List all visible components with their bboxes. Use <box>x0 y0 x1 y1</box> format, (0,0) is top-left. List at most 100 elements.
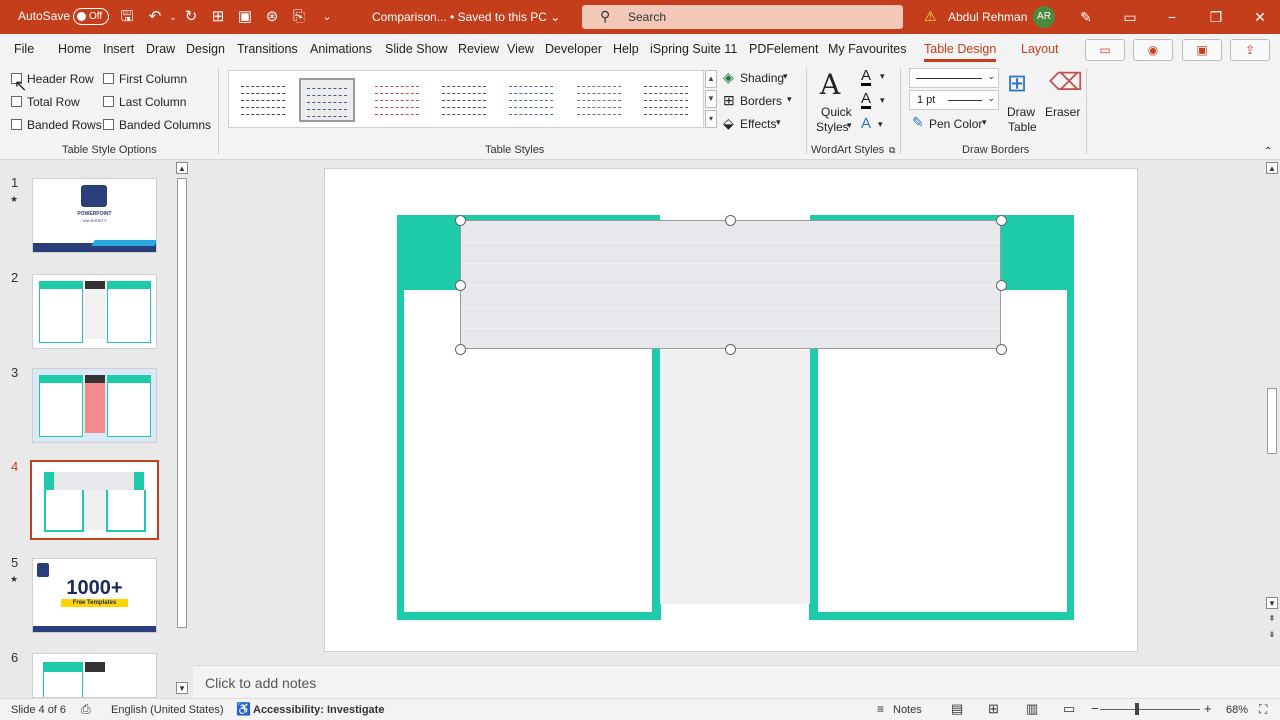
eraser-label[interactable]: Eraser <box>1045 105 1080 119</box>
maximize-icon[interactable]: ❐ <box>1206 7 1226 27</box>
first-column-checkbox[interactable] <box>103 73 114 84</box>
minimize-icon[interactable]: − <box>1162 7 1182 27</box>
resize-handle[interactable] <box>996 215 1007 226</box>
text-fill-icon[interactable]: A <box>861 68 872 86</box>
undo-dropdown-icon[interactable]: ⌄ <box>164 8 182 26</box>
slide-thumbnail-2[interactable] <box>32 274 157 349</box>
table-style-swatch[interactable] <box>503 78 559 122</box>
quick-styles-dropdown-icon[interactable]: ▾ <box>847 120 852 131</box>
table-style-swatch[interactable] <box>235 78 291 122</box>
pen-weight-dropdown[interactable]: 1 pt ⌄ <box>909 90 999 110</box>
tab-home[interactable]: Home <box>58 42 91 56</box>
resize-handle[interactable] <box>455 215 466 226</box>
table-style-swatch[interactable] <box>571 78 627 122</box>
accessibility-icon[interactable]: ♿ <box>236 702 251 716</box>
tab-view[interactable]: View <box>507 42 534 56</box>
text-effects-dropdown-icon[interactable]: ▾ <box>878 119 883 130</box>
pen-color-icon[interactable]: ✎ <box>912 114 924 131</box>
search-box[interactable]: ⚲ Search <box>582 5 903 29</box>
share-button[interactable]: ⇪ <box>1230 39 1270 61</box>
table-style-swatch[interactable] <box>436 78 492 122</box>
normal-view-icon[interactable]: ▤ <box>951 701 963 717</box>
tab-insert[interactable]: Insert <box>103 42 134 56</box>
warning-icon[interactable]: ⚠ <box>924 8 937 25</box>
shading-dropdown-icon[interactable]: ▾ <box>783 71 788 82</box>
selected-table[interactable] <box>460 220 1001 349</box>
tab-ispring[interactable]: iSpring Suite 11 <box>650 42 737 56</box>
tab-animations[interactable]: Animations <box>310 42 372 56</box>
touch-mode-icon[interactable]: ⊛ <box>263 8 281 26</box>
header-row-label[interactable]: Header Row <box>27 72 94 86</box>
fit-to-window-icon[interactable]: ⛶ <box>1259 702 1267 717</box>
zoom-in-button[interactable]: + <box>1204 701 1212 716</box>
tab-slide-show[interactable]: Slide Show <box>385 42 448 56</box>
tab-draw[interactable]: Draw <box>146 42 175 56</box>
tab-review[interactable]: Review <box>458 42 499 56</box>
comments-button[interactable]: ▭ <box>1085 39 1125 61</box>
resize-handle[interactable] <box>455 344 466 355</box>
shading-icon[interactable]: ◈ <box>723 69 734 86</box>
banded-rows-checkbox[interactable] <box>11 119 22 130</box>
borders-button[interactable]: Borders <box>740 94 782 108</box>
text-effects-icon[interactable]: A <box>861 115 871 132</box>
editor-scrollbar[interactable]: ▲ ▼ ⇞ ⇟ <box>1265 162 1279 662</box>
next-slide-icon[interactable]: ⇟ <box>1266 629 1278 641</box>
text-fill-dropdown-icon[interactable]: ▾ <box>880 71 885 82</box>
pen-icon[interactable]: ✎ <box>1076 7 1096 27</box>
present-from-beginning-icon[interactable]: ⊞ <box>209 8 227 26</box>
zoom-slider-thumb[interactable] <box>1135 703 1139 715</box>
pen-style-dropdown[interactable]: ⌄ <box>909 68 999 88</box>
customize-toolbar-icon[interactable]: ⌄ <box>318 8 336 26</box>
total-row-label[interactable]: Total Row <box>27 95 80 109</box>
borders-icon[interactable]: ⊞ <box>723 92 735 109</box>
tab-help[interactable]: Help <box>613 42 639 56</box>
zoom-level[interactable]: 68% <box>1226 704 1248 716</box>
close-icon[interactable]: ✕ <box>1250 7 1270 27</box>
effects-dropdown-icon[interactable]: ▾ <box>776 117 781 128</box>
notes-icon[interactable]: ≡ <box>877 702 884 716</box>
eraser-icon[interactable]: ⌫ <box>1049 68 1083 97</box>
tab-pdfelement[interactable]: PDFelement <box>749 42 818 56</box>
draw-table-icon[interactable]: ⊞ <box>1007 69 1027 98</box>
quick-styles-label-2[interactable]: Styles <box>816 120 849 134</box>
total-row-checkbox[interactable] <box>11 96 22 107</box>
table-style-swatch[interactable] <box>369 78 425 122</box>
slide-sorter-icon[interactable]: ⊞ <box>988 701 999 717</box>
resize-handle[interactable] <box>725 344 736 355</box>
pen-color-dropdown-icon[interactable]: ▾ <box>982 117 987 128</box>
previous-slide-icon[interactable]: ⇞ <box>1266 613 1278 625</box>
user-name[interactable]: Abdul Rehman <box>948 10 1027 24</box>
scroll-up-arrow[interactable]: ▲ <box>1266 162 1278 174</box>
borders-dropdown-icon[interactable]: ▾ <box>787 94 792 105</box>
document-title[interactable]: Comparison... • Saved to this PC ⌄ <box>372 10 560 24</box>
slide-show-icon[interactable]: ▭ <box>1063 701 1075 717</box>
resize-handle[interactable] <box>996 280 1007 291</box>
table-style-swatch[interactable] <box>638 78 694 122</box>
gallery-more-arrow[interactable]: ▾ <box>705 110 717 128</box>
effects-button[interactable]: Effects <box>740 117 776 131</box>
notes-button[interactable]: Notes <box>893 704 922 716</box>
tab-layout[interactable]: Layout <box>1021 42 1059 56</box>
thumbnails-scrollbar[interactable]: ▲ ▼ <box>176 162 190 698</box>
tab-design[interactable]: Design <box>186 42 225 56</box>
undo-icon[interactable]: ↶ <box>146 8 164 26</box>
scroll-down-arrow[interactable]: ▼ <box>1266 597 1278 609</box>
slide-thumbnail-5[interactable]: 1000+ Free Templates <box>32 558 157 633</box>
tab-file[interactable]: File <box>14 42 34 56</box>
tab-my-favourites[interactable]: My Favourites <box>828 42 907 56</box>
tab-transitions[interactable]: Transitions <box>237 42 298 56</box>
shading-button[interactable]: Shading <box>740 71 784 85</box>
notes-pane[interactable]: Click to add notes <box>193 665 1280 698</box>
last-column-label[interactable]: Last Column <box>119 95 186 109</box>
text-outline-dropdown-icon[interactable]: ▾ <box>880 95 885 106</box>
spelling-icon[interactable]: ⎙ <box>81 702 91 717</box>
autosave-toggle[interactable]: Off <box>73 8 109 25</box>
draw-table-label[interactable]: Draw <box>1007 105 1035 119</box>
gallery-down-arrow[interactable]: ▼ <box>705 90 717 108</box>
pen-color-button[interactable]: Pen Color <box>929 117 982 131</box>
last-column-checkbox[interactable] <box>103 96 114 107</box>
collapse-ribbon-icon[interactable]: ⌃ <box>1264 146 1272 157</box>
banded-columns-checkbox[interactable] <box>103 119 114 130</box>
banded-rows-label[interactable]: Banded Rows <box>27 118 102 132</box>
redo-icon[interactable]: ↻ <box>182 8 200 26</box>
